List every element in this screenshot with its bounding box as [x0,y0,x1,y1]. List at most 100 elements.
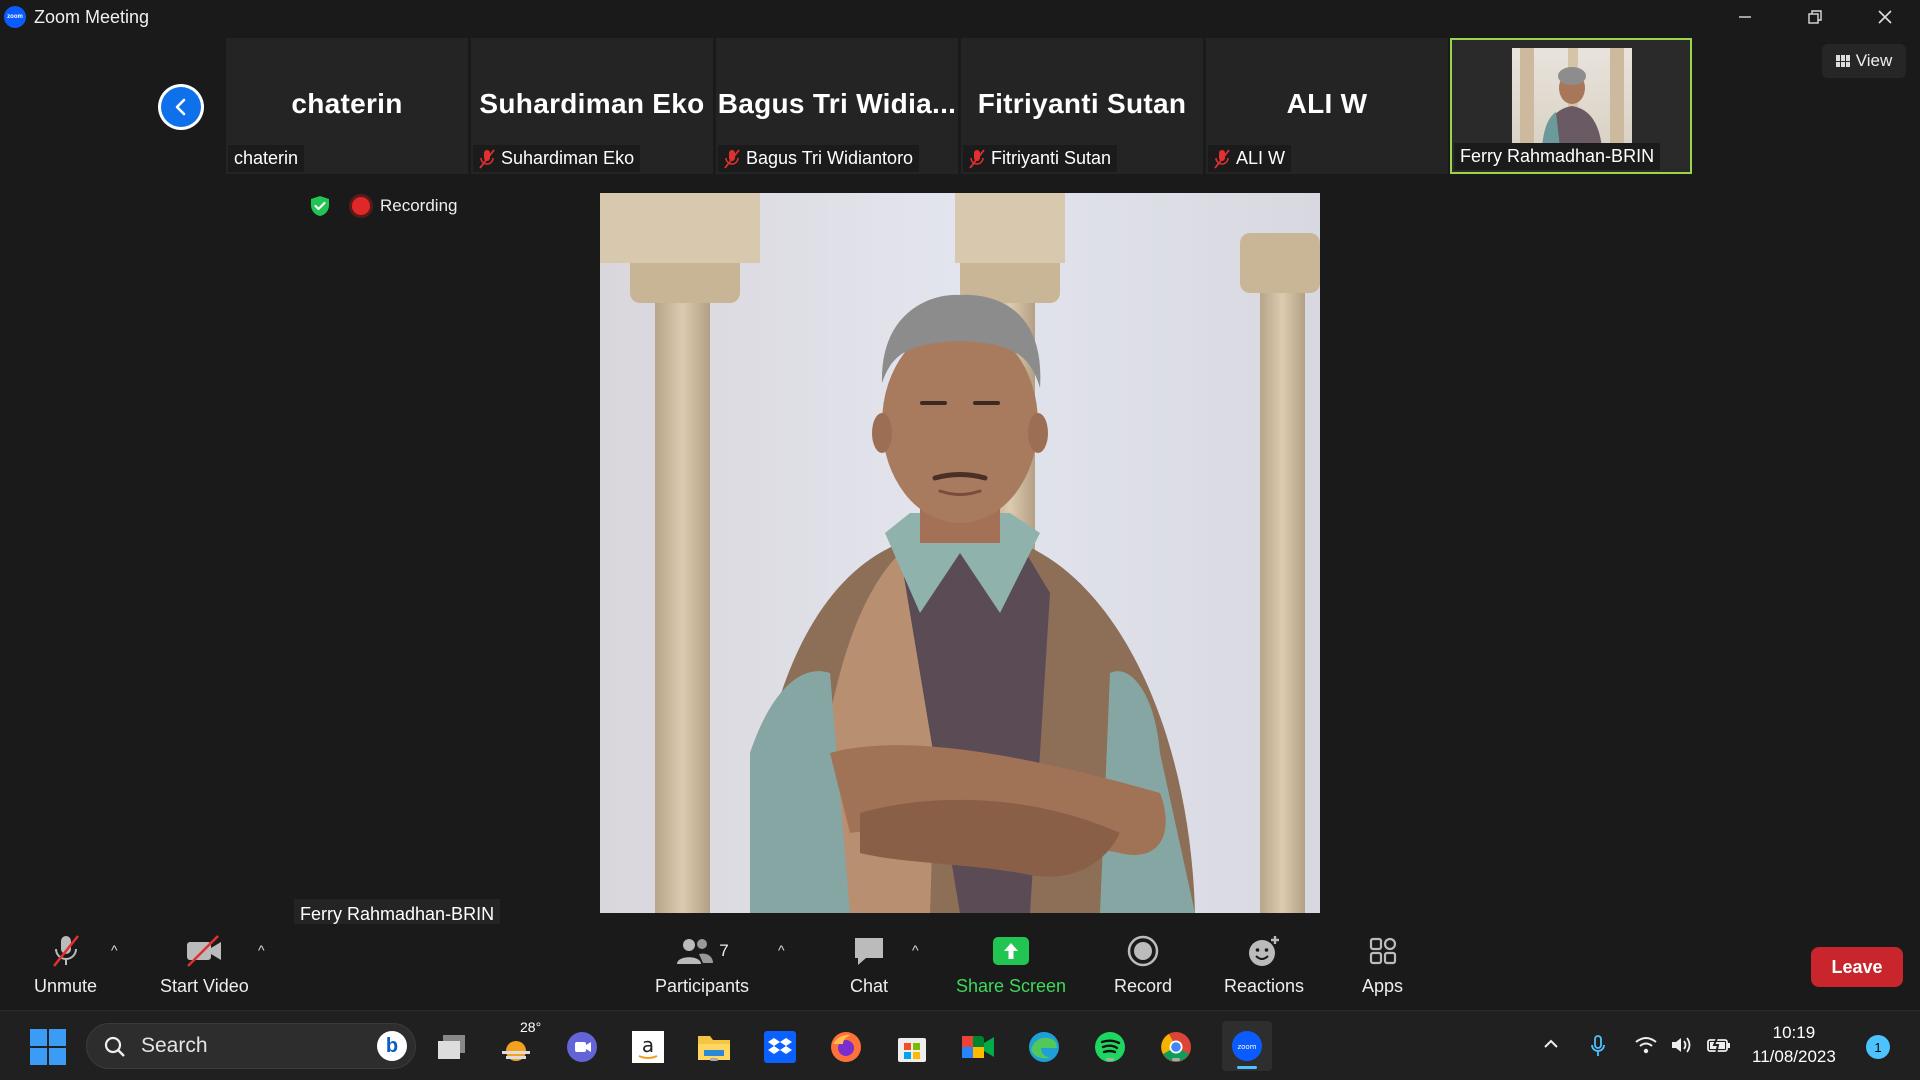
participant-name-large: chaterin [291,88,403,119]
participants-count: 7 [719,941,729,960]
share-screen-button[interactable]: Share Screen [956,934,1066,997]
search-label: Search [141,1034,208,1057]
window-controls [1710,0,1920,34]
start-video-button[interactable]: Start Video [160,934,249,997]
encryption-shield-icon[interactable] [308,194,332,218]
mic-muted-icon [724,148,740,169]
running-indicator [710,1058,718,1061]
participant-label-text: ALI W [1236,148,1286,168]
participants-icon-wrap: 7 [675,934,729,968]
google-meet-icon[interactable] [960,1029,996,1065]
record-button[interactable]: Record [1114,934,1172,997]
recording-label: Recording [380,196,458,215]
taskbar-search-box[interactable]: Search b [86,1023,416,1069]
show-hidden-icons-chevron-icon[interactable] [1542,1035,1560,1058]
leave-button[interactable]: Leave [1811,947,1903,987]
share-screen-label: Share Screen [956,976,1067,996]
participant-tile[interactable]: Bagus Tri Widia... Bagus Tri Widiantoro [716,38,958,174]
spotify-icon[interactable] [1092,1029,1128,1065]
mic-muted-icon [969,148,985,169]
notification-badge[interactable]: 1 [1866,1035,1890,1059]
windows-start-button[interactable] [30,1029,66,1065]
share-screen-icon [992,934,1030,968]
participant-tile[interactable]: Suhardiman Eko Suhardiman Eko [471,38,713,174]
mic-off-icon [48,934,84,968]
participants-options-caret[interactable]: ^ [778,942,785,958]
title-bar: zoom Zoom Meeting [0,0,1920,34]
meeting-toolbar: Unmute ^ Start Video ^ 7 Participants ^ … [0,924,1920,1008]
participant-tile[interactable]: Fitriyanti Sutan Fitriyanti Sutan [961,38,1203,174]
close-button[interactable] [1850,0,1920,34]
dropbox-icon[interactable] [762,1029,798,1065]
svg-text:a: a [642,1033,654,1057]
unmute-button[interactable]: Unmute [34,934,97,997]
participants-label: Participants [655,976,750,996]
apps-icon [1368,934,1398,968]
apps-label: Apps [1362,976,1404,996]
chat-options-caret[interactable]: ^ [912,942,919,958]
window-title: Zoom Meeting [34,6,150,27]
firefox-icon[interactable] [828,1029,864,1065]
participant-label-text: Suhardiman Eko [501,148,635,168]
chevron-left-icon [175,98,186,116]
participant-label-text: Ferry Rahmadhan-BRIN [1460,146,1655,166]
participant-name-large: Bagus Tri Widia... [717,88,957,119]
video-options-caret[interactable]: ^ [258,942,265,958]
participant-name-large: Fitriyanti Sutan [977,88,1187,119]
previous-page-button[interactable] [158,84,204,130]
reactions-label: Reactions [1224,976,1305,996]
view-button[interactable]: View [1822,44,1906,78]
apps-button[interactable]: Apps [1362,934,1403,997]
weather-temperature: 28° [520,1019,542,1035]
clock-date: 11/08/2023 [1752,1047,1836,1066]
running-indicator [1172,1058,1180,1061]
participant-name-label: Fitriyanti Sutan [963,145,1118,172]
active-app-indicator [1237,1066,1257,1069]
minimize-button[interactable] [1710,0,1780,34]
participant-label-text: chaterin [234,148,299,168]
chrome-icon[interactable] [1158,1029,1194,1065]
zoom-taskbar-icon[interactable]: zoom [1222,1021,1272,1071]
recording-dot-icon [352,197,370,215]
file-explorer-icon[interactable] [696,1029,732,1065]
chat-icon [852,934,886,968]
zoom-logo-icon: zoom [4,6,26,28]
reactions-icon [1247,934,1281,968]
participant-name-large: Suhardiman Eko [479,88,705,119]
main-speaker-video[interactable] [600,193,1320,913]
windows-taskbar: Search b 28° a zoom 10:19 11/08/2023 1 [0,1010,1920,1080]
wifi-icon[interactable] [1634,1035,1658,1060]
edge-icon[interactable] [1026,1029,1062,1065]
participants-button[interactable]: 7 Participants [655,934,749,997]
unmute-label: Unmute [34,976,98,996]
close-icon [1878,10,1892,24]
view-button-label: View [1855,51,1893,70]
participant-tile[interactable]: ALI W ALI W [1206,38,1448,174]
reactions-button[interactable]: Reactions [1224,934,1304,997]
participant-tile-active-speaker[interactable]: Ferry Rahmadhan-BRIN [1450,38,1692,174]
taskbar-clock[interactable]: 10:19 11/08/2023 [1752,1021,1836,1069]
participant-tile[interactable]: chaterin chaterin [226,38,468,174]
mic-muted-icon [1214,148,1230,169]
restore-button[interactable] [1780,0,1850,34]
task-view-icon[interactable] [434,1029,470,1065]
record-icon [1127,934,1159,968]
participant-name-label: Suhardiman Eko [473,145,641,172]
chat-button[interactable]: Chat [850,934,888,997]
battery-charging-icon[interactable] [1706,1035,1732,1060]
amazon-icon[interactable]: a [630,1029,666,1065]
video-off-icon [184,934,224,968]
teams-chat-icon[interactable] [564,1029,600,1065]
bing-icon[interactable]: b [377,1031,407,1061]
audio-options-caret[interactable]: ^ [111,942,118,958]
participant-name-label: chaterin [228,145,305,172]
microsoft-store-icon[interactable] [894,1029,930,1065]
recording-indicator[interactable]: Recording [352,196,458,216]
record-label: Record [1114,976,1173,996]
microphone-icon[interactable] [1590,1035,1606,1062]
participant-label-text: Fitriyanti Sutan [991,148,1112,168]
restore-icon [1808,10,1822,24]
volume-icon[interactable] [1670,1035,1694,1060]
participant-name-large: ALI W [1286,88,1368,119]
participants-icon [677,939,714,964]
